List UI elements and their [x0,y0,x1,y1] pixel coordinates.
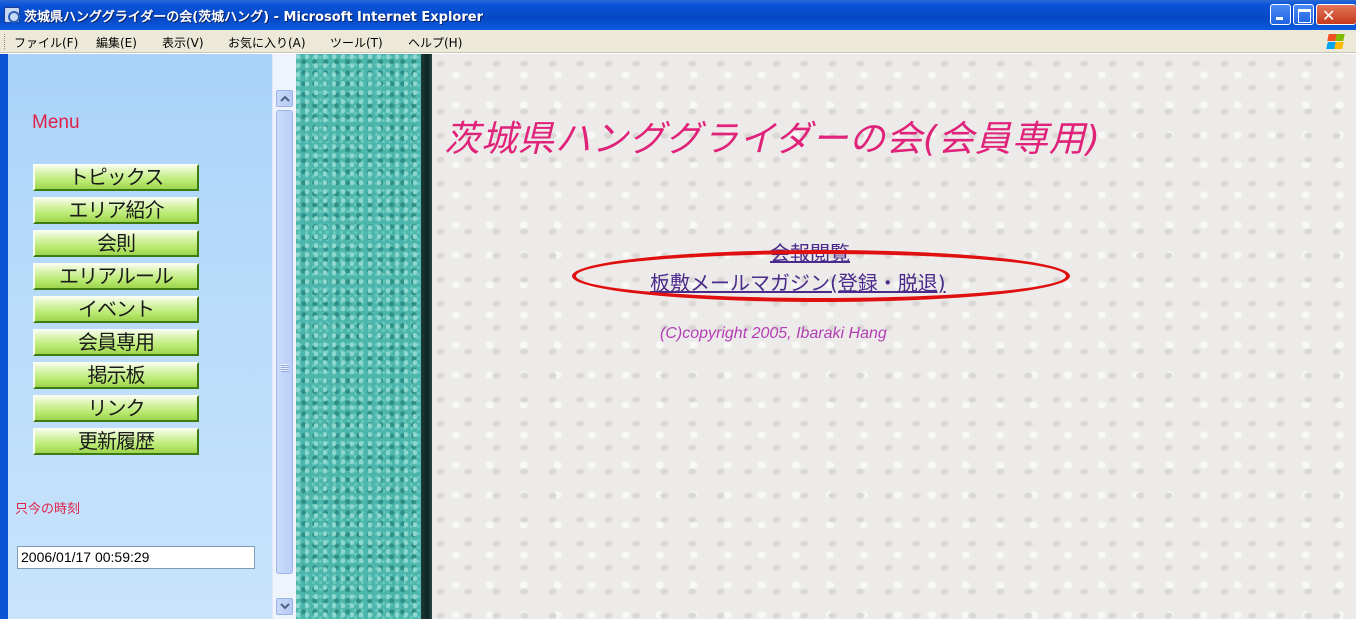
window-title: 茨城県ハンググライダーの会(茨城ハング) - Microsoft Interne… [24,10,484,25]
menu-help[interactable]: ヘルプ(H) [408,34,462,51]
nav-button-links[interactable]: リンク [33,395,199,422]
scroll-up-button[interactable] [276,90,293,107]
scroll-thumb[interactable] [276,110,293,574]
menu-favorites[interactable]: お気に入り(A) [228,34,306,51]
menu-frame-scrollbar[interactable] [272,54,296,619]
browser-content: Menu トピックス エリア紹介 会則 エリアルール イベント 会員専用 掲示板… [0,54,1356,619]
nav-button-area-rules[interactable]: エリアルール [33,263,199,290]
nav-button-history[interactable]: 更新履歴 [33,428,199,455]
nav-button-members[interactable]: 会員専用 [33,329,199,356]
windows-flag-icon [1326,33,1345,50]
frame-divider [421,54,432,619]
nav-button-topics[interactable]: トピックス [33,164,199,191]
decorative-teal-strip [296,54,421,619]
nav-button-area-intro[interactable]: エリア紹介 [33,197,199,224]
menu-edit[interactable]: 編集(E) [96,34,137,51]
highlight-oval-annotation [572,250,1070,302]
minimize-button[interactable] [1270,4,1291,25]
maximize-button[interactable] [1293,4,1314,25]
copyright-text: (C)copyright 2005, Ibaraki Hang [660,325,887,342]
menu-bar: ファイル(F) 編集(E) 表示(V) お気に入り(A) ツール(T) ヘルプ(… [0,30,1356,53]
close-icon: ✕ [1322,6,1336,25]
menu-file[interactable]: ファイル(F) [14,34,78,51]
nav-button-bbs[interactable]: 掲示板 [33,362,199,389]
chevron-down-icon [280,603,290,610]
menu-view[interactable]: 表示(V) [162,34,204,51]
menu-tools[interactable]: ツール(T) [330,34,383,51]
clock-label: 只今の時刻 [15,502,81,517]
close-button[interactable]: ✕ [1316,4,1356,25]
scroll-down-button[interactable] [276,598,293,615]
title-bar[interactable]: 茨城県ハンググライダーの会(茨城ハング) - Microsoft Interne… [0,0,1356,30]
nav-button-rules[interactable]: 会則 [33,230,199,257]
menu-heading: Menu [32,112,80,133]
page-title: 茨城県ハンググライダーの会(会員専用) [444,119,1101,160]
main-frame: 茨城県ハンググライダーの会(会員専用) 会報閲覧 板敷メールマガジン(登録・脱退… [432,54,1356,619]
window-left-border [0,54,8,619]
ie-page-icon [4,7,20,23]
menu-frame: Menu トピックス エリア紹介 会則 エリアルール イベント 会員専用 掲示板… [8,54,272,619]
scroll-thumb-grip [281,364,289,372]
clock-field[interactable]: 2006/01/17 00:59:29 [17,546,255,569]
chevron-up-icon [280,95,290,102]
toolbar-grip[interactable] [4,34,7,49]
nav-button-events[interactable]: イベント [33,296,199,323]
